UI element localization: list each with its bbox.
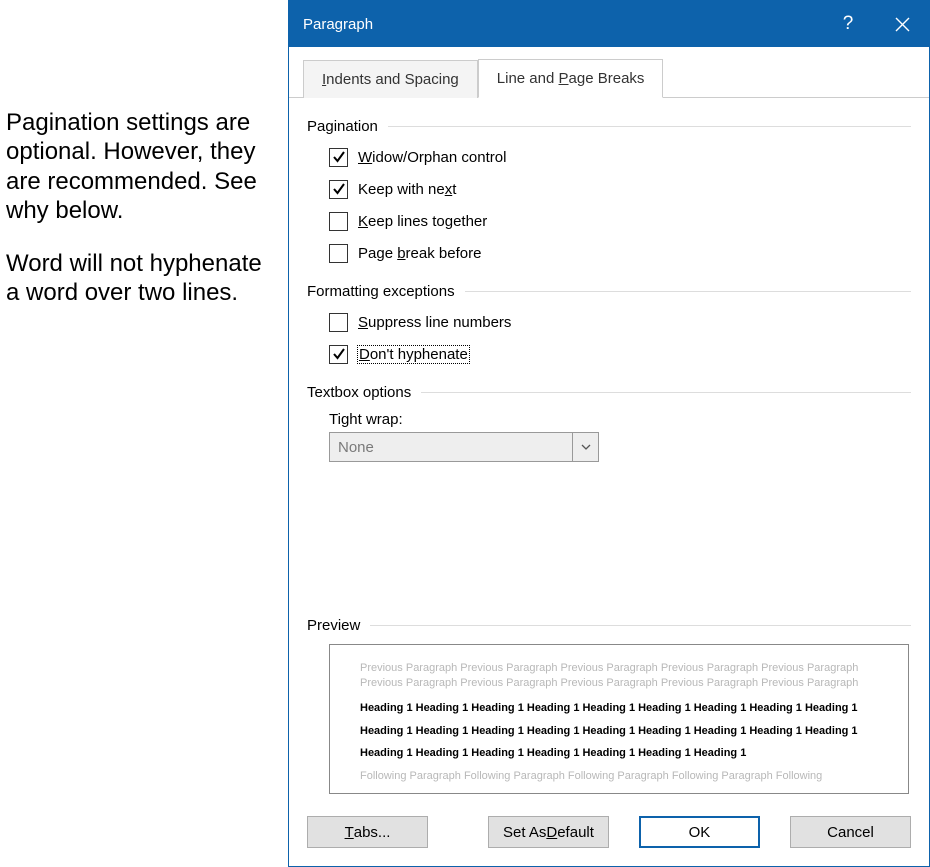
tab-indents-spacing[interactable]: Indents and Spacing [303, 60, 478, 98]
cancel-button[interactable]: Cancel [790, 816, 911, 848]
preview-prev-line: Previous Paragraph Previous Paragraph Pr… [360, 676, 878, 691]
tab-line-page-breaks[interactable]: Line and Page Breaks [478, 59, 664, 98]
chevron-down-icon [572, 433, 598, 461]
checkbox-dont-hyphenate[interactable]: Don't hyphenate [329, 338, 911, 370]
checkbox-page-break-before[interactable]: Page break before [329, 237, 911, 269]
set-as-default-button[interactable]: Set As Default [488, 816, 609, 848]
preview-heading-line: Heading 1 Heading 1 Heading 1 Heading 1 … [360, 746, 878, 761]
dialog-body: Pagination Widow/Orphan control Keep wit… [289, 98, 929, 480]
annotation-p1: Pagination settings are optional. Howeve… [6, 108, 266, 225]
section-title-pagination: Pagination [307, 112, 911, 141]
checkbox-icon [329, 180, 348, 199]
dialog-button-row: Tabs... Set As Default OK Cancel [289, 800, 929, 866]
titlebar: Paragraph ? [289, 1, 929, 47]
section-title-preview: Preview [307, 611, 911, 640]
paragraph-dialog: Paragraph ? Indents and Spacing Line and… [288, 0, 930, 867]
annotation-p2: Word will not hyphenate a word over two … [6, 249, 266, 308]
checkbox-icon [329, 244, 348, 263]
section-title-formatting: Formatting exceptions [307, 277, 911, 306]
help-button[interactable]: ? [821, 1, 875, 47]
annotation-text: Pagination settings are optional. Howeve… [6, 108, 266, 332]
section-preview: Preview Previous Paragraph Previous Para… [307, 611, 911, 794]
checkbox-widow-orphan[interactable]: Widow/Orphan control [329, 141, 911, 173]
section-textbox-options: Textbox options Tight wrap: None [307, 378, 911, 462]
preview-prev-line: Previous Paragraph Previous Paragraph Pr… [360, 661, 878, 676]
section-title-textbox: Textbox options [307, 378, 911, 407]
preview-heading-line: Heading 1 Heading 1 Heading 1 Heading 1 … [360, 701, 878, 716]
section-pagination: Pagination Widow/Orphan control Keep wit… [307, 112, 911, 269]
checkbox-icon [329, 148, 348, 167]
tight-wrap-label: Tight wrap: [329, 411, 911, 428]
checkbox-icon [329, 313, 348, 332]
preview-box: Previous Paragraph Previous Paragraph Pr… [329, 644, 909, 794]
tight-wrap-select: None [329, 432, 599, 462]
dialog-title: Paragraph [303, 16, 821, 33]
close-button[interactable] [875, 1, 929, 47]
checkbox-keep-with-next[interactable]: Keep with next [329, 173, 911, 205]
tabs-button[interactable]: Tabs... [307, 816, 428, 848]
checkbox-icon [329, 345, 348, 364]
checkbox-suppress-line-numbers[interactable]: Suppress line numbers [329, 306, 911, 338]
preview-heading-line: Heading 1 Heading 1 Heading 1 Heading 1 … [360, 724, 878, 739]
close-icon [895, 17, 910, 32]
preview-following-line: Following Paragraph Following Paragraph … [360, 769, 878, 784]
tab-row: Indents and Spacing Line and Page Breaks [289, 53, 929, 98]
checkbox-icon [329, 212, 348, 231]
checkbox-keep-lines-together[interactable]: Keep lines together [329, 205, 911, 237]
ok-button[interactable]: OK [639, 816, 760, 848]
section-formatting-exceptions: Formatting exceptions Suppress line numb… [307, 277, 911, 370]
